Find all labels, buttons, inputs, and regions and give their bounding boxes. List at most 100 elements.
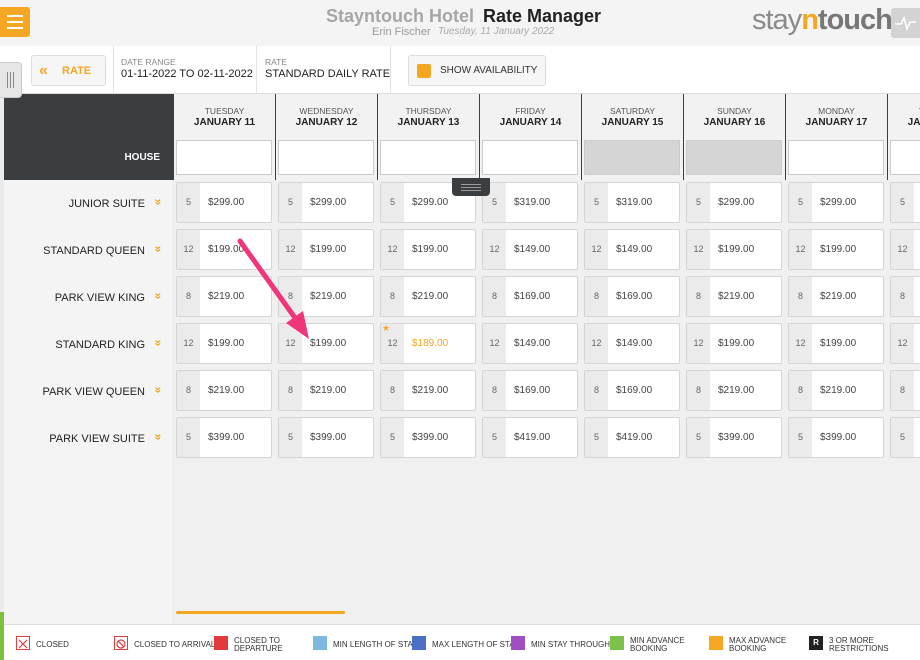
rate-price: $219.00 xyxy=(820,291,857,302)
rate-cell[interactable]: 12 $199.00 xyxy=(176,229,272,270)
expand-chevron-icon[interactable]: » xyxy=(152,340,166,347)
room-type-name: STANDARD KING xyxy=(55,339,145,351)
rate-cell[interactable]: 12 $199.00 xyxy=(278,323,374,364)
rate-cell[interactable]: 8 $169.00 xyxy=(482,276,578,317)
room-type-row[interactable]: STANDARD KING » xyxy=(4,323,172,370)
expand-chevron-icon[interactable]: » xyxy=(152,387,166,394)
availability-count: 12 xyxy=(177,324,200,363)
rate-cell[interactable]: 8 $219.00 xyxy=(380,276,476,317)
rate-cell[interactable]: 5 $399.00 xyxy=(176,417,272,458)
rate-cell[interactable]: 12 $149.00 xyxy=(584,229,680,270)
house-cell[interactable] xyxy=(278,140,374,175)
x-icon xyxy=(16,636,30,650)
rate-cell[interactable]: 8 $219.00 xyxy=(380,370,476,411)
grid-drag-handle[interactable] xyxy=(452,178,490,196)
rate-cell[interactable]: 12 $149.00 xyxy=(482,229,578,270)
rate-cell[interactable]: 5 xyxy=(890,182,920,223)
house-cell[interactable] xyxy=(176,140,272,175)
horizontal-scrollbar[interactable] xyxy=(176,611,345,614)
drawer-handle[interactable] xyxy=(0,62,22,98)
pulse-icon[interactable] xyxy=(891,8,920,38)
expand-chevron-icon[interactable]: » xyxy=(152,246,166,253)
rate-cell[interactable]: 8 $219.00 xyxy=(788,370,884,411)
rate-cell[interactable]: 12 $199.00 xyxy=(380,229,476,270)
rate-cell[interactable]: 5 $299.00 xyxy=(686,182,782,223)
rate-cell[interactable]: 5 $299.00 xyxy=(788,182,884,223)
expand-chevron-icon[interactable]: » xyxy=(152,199,166,206)
rate-cell[interactable]: 12 xyxy=(890,229,920,270)
rate-cell[interactable]: 8 $219.00 xyxy=(278,276,374,317)
house-cell[interactable] xyxy=(584,140,680,175)
rate-cell[interactable]: 8 xyxy=(890,276,920,317)
house-cell[interactable] xyxy=(788,140,884,175)
rate-price: $149.00 xyxy=(514,338,551,349)
house-cell[interactable] xyxy=(380,140,476,175)
rate-cell[interactable]: 8 $219.00 xyxy=(176,370,272,411)
rate-cell[interactable]: 12 $199.00 xyxy=(278,229,374,270)
availability-count: 8 xyxy=(891,371,914,410)
checkbox-icon xyxy=(417,64,431,78)
rate-price: $219.00 xyxy=(820,385,857,396)
legend-label: 3 OR MORE RESTRICTIONS xyxy=(829,636,889,653)
rate-cell[interactable]: 8 xyxy=(890,370,920,411)
availability-count: 8 xyxy=(279,277,302,316)
legend-label: MIN LENGTH OF STAY xyxy=(333,640,418,649)
rate-price: $199.00 xyxy=(310,338,347,349)
room-type-row[interactable]: STANDARD QUEEN » xyxy=(4,229,172,276)
rate-cell[interactable]: 12 $199.00 xyxy=(686,229,782,270)
rate-cell[interactable]: 12 $149.00 xyxy=(584,323,680,364)
expand-chevron-icon[interactable]: » xyxy=(152,293,166,300)
show-availability-button[interactable]: SHOW AVAILABILITY xyxy=(408,55,546,86)
rate-cell[interactable]: 8 $219.00 xyxy=(176,276,272,317)
rate-price: $199.00 xyxy=(208,244,245,255)
rate-cell[interactable]: 8 $169.00 xyxy=(584,276,680,317)
rate-cell[interactable]: 12 $199.00 xyxy=(176,323,272,364)
rate-cell[interactable]: 5 xyxy=(890,417,920,458)
rate-cell[interactable]: 12 $199.00 xyxy=(686,323,782,364)
house-cell[interactable] xyxy=(890,140,920,175)
rate-cell[interactable]: 5 $319.00 xyxy=(584,182,680,223)
rate-cell[interactable]: 12 $199.00 xyxy=(788,323,884,364)
rate-cell[interactable]: 5 $299.00 xyxy=(278,182,374,223)
rate-cell[interactable]: 12 xyxy=(890,323,920,364)
rate-price: $299.00 xyxy=(208,197,245,208)
back-to-rate-button[interactable]: « RATE xyxy=(31,55,106,86)
rate-cell[interactable]: 12 $189.00 ★ xyxy=(380,323,476,364)
rate-cell[interactable]: 5 $399.00 xyxy=(686,417,782,458)
rate-cell[interactable]: 12 $149.00 xyxy=(482,323,578,364)
rate-cell[interactable]: 5 $319.00 xyxy=(482,182,578,223)
house-cell[interactable] xyxy=(686,140,782,175)
room-type-row[interactable]: PARK VIEW SUITE » xyxy=(4,417,172,464)
availability-count: 8 xyxy=(279,371,302,410)
rate-cell[interactable]: 5 $399.00 xyxy=(788,417,884,458)
color-swatch xyxy=(511,636,525,650)
rate-cell[interactable]: 8 $219.00 xyxy=(788,276,884,317)
rate-cell[interactable]: 8 $169.00 xyxy=(482,370,578,411)
rate-cell[interactable]: 8 $219.00 xyxy=(686,276,782,317)
rate-price: $149.00 xyxy=(616,338,653,349)
room-type-row[interactable]: JUNIOR SUITE » xyxy=(4,182,172,229)
rate-cell[interactable]: 5 $399.00 xyxy=(380,417,476,458)
rate-cell[interactable]: 5 $299.00 xyxy=(176,182,272,223)
availability-count: 5 xyxy=(483,418,506,457)
rate-cell[interactable]: 8 $219.00 xyxy=(686,370,782,411)
date-range-value[interactable]: 01-11-2022 TO 02-11-2022 xyxy=(121,68,253,80)
room-type-row[interactable]: PARK VIEW QUEEN » xyxy=(4,370,172,417)
rate-cell[interactable]: 5 $399.00 xyxy=(278,417,374,458)
house-cell[interactable] xyxy=(482,140,578,175)
rate-cell[interactable]: 12 $199.00 xyxy=(788,229,884,270)
rate-value[interactable]: STANDARD DAILY RATE xyxy=(265,68,390,80)
legend-label: CLOSED TO DEPARTURE xyxy=(234,636,283,653)
column-date: JANUARY 11 xyxy=(193,117,256,128)
rate-cell[interactable]: 8 $219.00 xyxy=(278,370,374,411)
hamburger-icon[interactable] xyxy=(0,7,30,37)
rate-cell[interactable]: 5 $419.00 xyxy=(482,417,578,458)
rate-cell[interactable]: 5 $419.00 xyxy=(584,417,680,458)
rate-price: $219.00 xyxy=(412,291,449,302)
legend-label: MIN ADVANCE BOOKING xyxy=(630,636,685,653)
expand-chevron-icon[interactable]: » xyxy=(152,434,166,441)
rate-cell[interactable]: 8 $169.00 xyxy=(584,370,680,411)
room-type-row[interactable]: PARK VIEW KING » xyxy=(4,276,172,323)
availability-count: 12 xyxy=(279,230,302,269)
availability-count: 5 xyxy=(279,183,302,222)
